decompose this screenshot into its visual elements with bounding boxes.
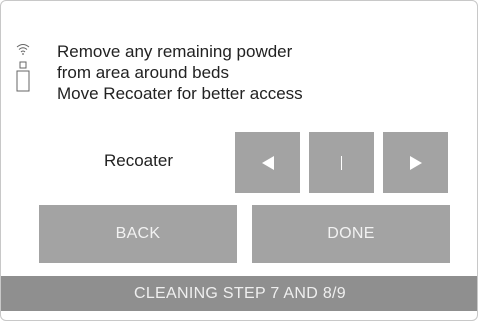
- instructions-text: Remove any remaining powder from area ar…: [57, 41, 303, 104]
- recoater-left-button[interactable]: [235, 132, 300, 193]
- arrow-left-icon: [261, 155, 275, 171]
- cleaning-screen: Remove any remaining powder from area ar…: [0, 0, 478, 321]
- step-status-bar: CLEANING STEP 7 AND 8/9: [1, 276, 477, 311]
- arrow-right-icon: [409, 155, 423, 171]
- instruction-line-1: Remove any remaining powder: [57, 42, 293, 61]
- wifi-icon: [16, 43, 30, 55]
- step-status-text: CLEANING STEP 7 AND 8/9: [133, 284, 347, 302]
- stop-bar-icon: [341, 155, 342, 170]
- instruction-line-3: Move Recoater for better access: [57, 84, 303, 103]
- status-icons: [13, 43, 33, 93]
- usb-icon: [16, 61, 30, 93]
- recoater-right-button[interactable]: [383, 132, 448, 193]
- done-button[interactable]: DONE: [252, 205, 450, 263]
- back-button[interactable]: BACK: [39, 205, 237, 263]
- instruction-line-2: from area around beds: [57, 63, 229, 82]
- recoater-stop-button[interactable]: [309, 132, 374, 193]
- recoater-label: Recoater: [104, 151, 173, 170]
